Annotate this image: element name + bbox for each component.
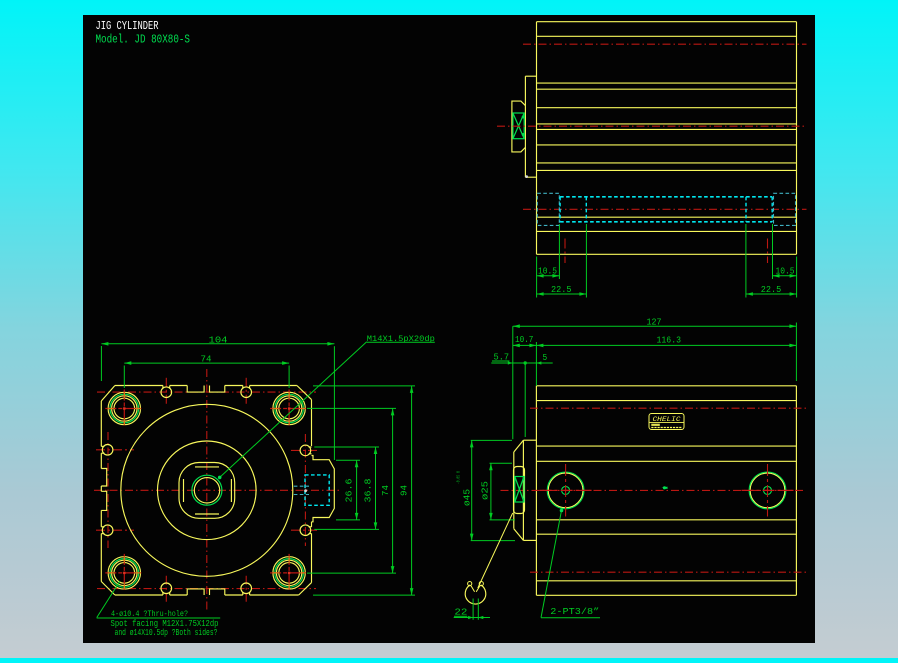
svg-text:-0.05: -0.05 [458,475,462,484]
svg-text:M14X1.5pX20dp: M14X1.5pX20dp [367,334,435,344]
svg-text:4-ø10.4 ?Thru-hole?: 4-ø10.4 ?Thru-hole? [111,609,188,619]
svg-text:74: 74 [381,485,391,496]
svg-text:26.6: 26.6 [345,479,355,503]
svg-text:and ø14X10.5dp ?Both sides?: and ø14X10.5dp ?Both sides? [115,628,218,638]
svg-text:JIG CYLINDER: JIG CYLINDER [96,20,159,33]
svg-text:22.5: 22.5 [551,285,572,295]
svg-text:ø45: ø45 [462,489,472,506]
svg-text:10.5: 10.5 [538,267,557,277]
svg-text:Model. JD 80X80-S: Model. JD 80X80-S [96,33,191,46]
svg-text:104: 104 [209,335,228,345]
svg-text:10.5: 10.5 [776,267,795,277]
svg-text:94: 94 [400,485,410,496]
svg-text:36.8: 36.8 [363,479,373,503]
svg-text:116.3: 116.3 [657,336,682,346]
svg-text:74: 74 [201,354,212,364]
svg-text:127: 127 [647,317,662,327]
svg-text:5: 5 [543,353,548,363]
svg-text:2-PT3/8”: 2-PT3/8” [550,607,599,617]
svg-text:22.5: 22.5 [761,285,782,295]
svg-text:ø25: ø25 [481,481,491,500]
svg-text:10.7: 10.7 [515,335,533,345]
